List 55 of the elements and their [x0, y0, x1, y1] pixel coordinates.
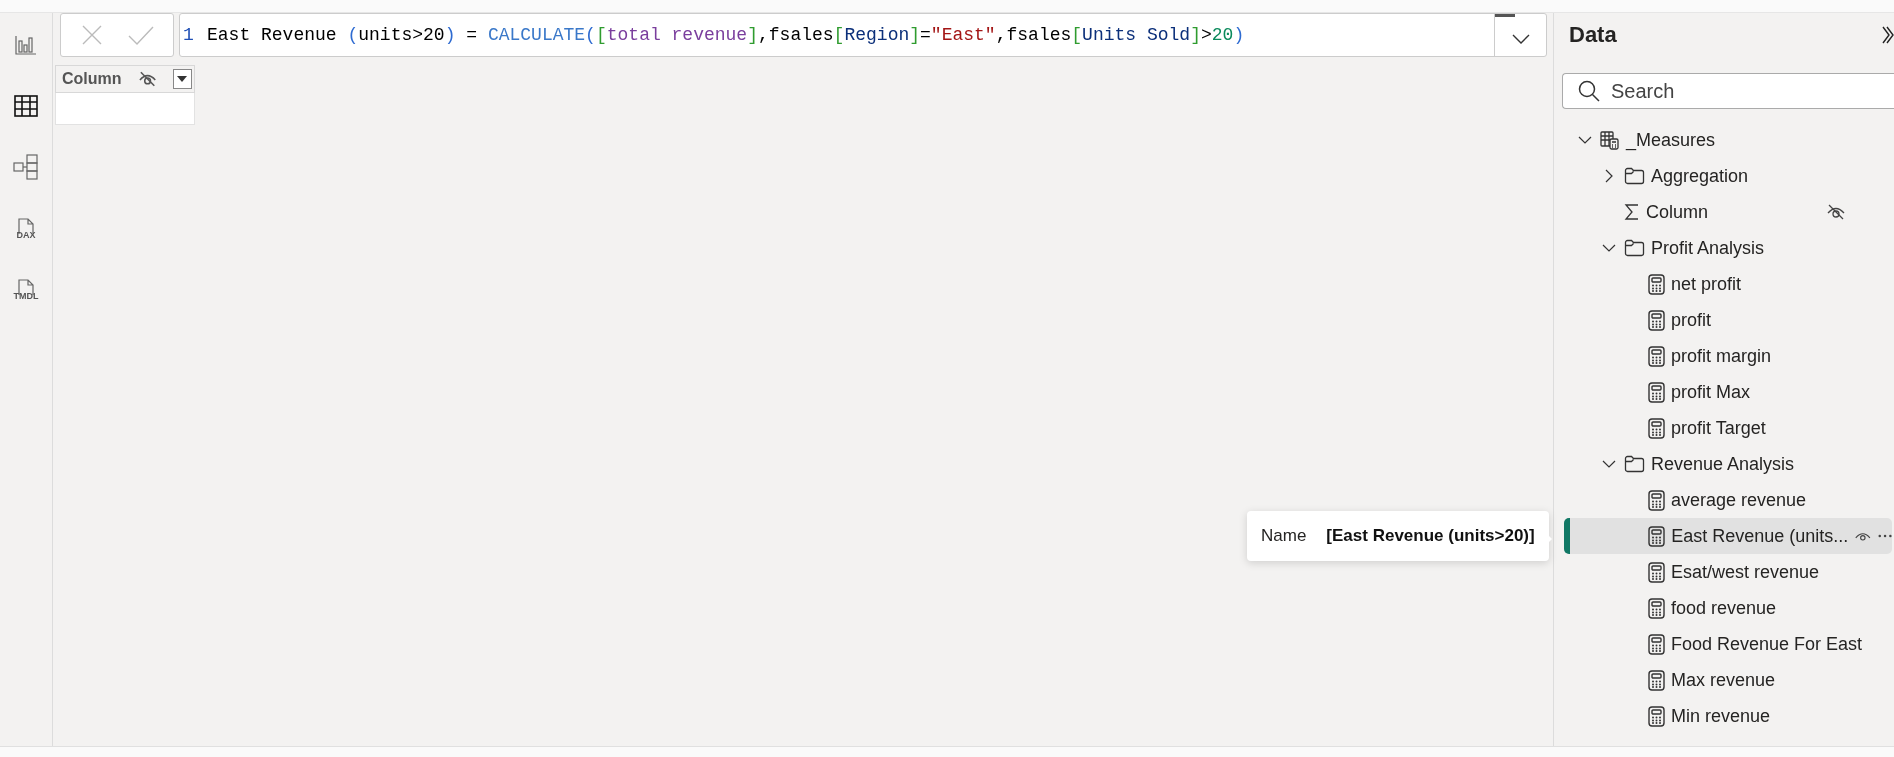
tree-item[interactable]: average revenue: [1562, 482, 1892, 518]
calculator-icon: [1648, 381, 1665, 403]
dax-view-button[interactable]: DAX: [6, 206, 46, 250]
formula-field[interactable]: 1 East Revenue (units>20) = CALCULATE([total revenue],fsales[Region]="East",fsales[Units Sold]>20): [179, 13, 1547, 57]
folder-icon: [1624, 455, 1645, 473]
calculator-icon: [1648, 273, 1665, 295]
tooltip-label: Name: [1261, 526, 1307, 546]
calculator-icon: [1648, 525, 1666, 547]
calculator-icon: [1648, 417, 1665, 439]
calculator-icon: [1648, 597, 1665, 619]
tree-item[interactable]: East Revenue (units...: [1564, 518, 1892, 554]
tree-item[interactable]: Profit Analysis: [1562, 230, 1892, 266]
pane-title: Data: [1569, 22, 1617, 48]
collapse-pane-icon[interactable]: [1882, 26, 1894, 44]
search-field[interactable]: Search: [1562, 73, 1894, 109]
calculator-icon: [1648, 633, 1665, 655]
calculator-icon: [1648, 309, 1665, 331]
line-number: 1: [182, 25, 195, 45]
tree-item[interactable]: Min revenue: [1562, 698, 1892, 734]
tree-item[interactable]: Aggregation: [1562, 158, 1892, 194]
tree-item[interactable]: profit margin: [1562, 338, 1892, 374]
tooltip-value: [East Revenue (units>20)]: [1326, 526, 1535, 546]
hidden-eye-icon[interactable]: [1826, 204, 1846, 220]
tmdl-view-button[interactable]: TMDL: [6, 267, 46, 311]
tree-item[interactable]: Food Revenue For East: [1562, 626, 1892, 662]
tree-item[interactable]: profit: [1562, 302, 1892, 338]
calculator-icon: [1648, 705, 1665, 727]
tree-item[interactable]: Max revenue: [1562, 662, 1892, 698]
expand-chevron-icon[interactable]: [1511, 34, 1530, 44]
table-calculator-icon: [1600, 130, 1620, 150]
more-options-icon[interactable]: [1877, 534, 1892, 538]
tree-item[interactable]: net profit: [1562, 266, 1892, 302]
folder-icon: [1624, 239, 1645, 257]
bar-chart-icon: [15, 35, 37, 55]
tree-item[interactable]: Revenue Analysis: [1562, 446, 1892, 482]
tree-item[interactable]: profit Target: [1562, 410, 1892, 446]
tree-item[interactable]: Esat/west revenue: [1562, 554, 1892, 590]
filter-dropdown[interactable]: [172, 69, 192, 89]
column-header[interactable]: Column: [55, 65, 195, 93]
hidden-eye-icon: [137, 71, 157, 87]
calculator-icon: [1648, 345, 1665, 367]
model-icon: [13, 154, 39, 180]
calculator-icon: [1648, 561, 1665, 583]
caret-icon: [177, 76, 188, 82]
sigma-icon: [1624, 203, 1640, 221]
calculator-icon: [1648, 489, 1665, 511]
calculator-icon: [1648, 669, 1665, 691]
tree-item[interactable]: _Measures: [1562, 122, 1892, 158]
checkmark-icon[interactable]: [127, 25, 154, 45]
tree-item[interactable]: Column: [1562, 194, 1892, 230]
tree-item[interactable]: food revenue: [1562, 590, 1892, 626]
table-icon: [14, 95, 38, 117]
tree-item[interactable]: profit Max: [1562, 374, 1892, 410]
formula-code[interactable]: East Revenue (units>20) = CALCULATE([total revenue],fsales[Region]="East",fsales[Units Sold]>20): [207, 25, 1494, 45]
folder-icon: [1624, 167, 1645, 185]
